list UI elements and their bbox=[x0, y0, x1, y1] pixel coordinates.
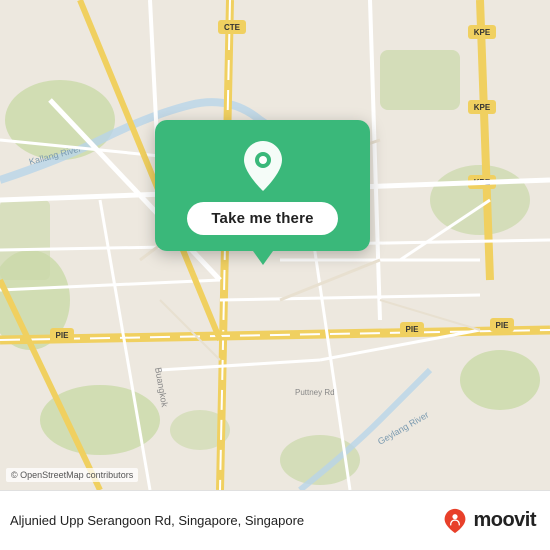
moovit-pin-icon bbox=[442, 508, 468, 534]
svg-text:KPE: KPE bbox=[474, 28, 491, 37]
location-pin-icon bbox=[237, 140, 289, 192]
svg-text:CTE: CTE bbox=[224, 23, 241, 32]
map-container: Kallang River Geylang River CTE CTE PIE … bbox=[0, 0, 550, 490]
popup-card: Take me there bbox=[155, 120, 370, 251]
moovit-brand-text: moovit bbox=[473, 509, 536, 532]
osm-credit: © OpenStreetMap contributors bbox=[6, 468, 138, 482]
svg-text:PIE: PIE bbox=[56, 331, 70, 340]
take-me-there-button[interactable]: Take me there bbox=[187, 202, 337, 235]
location-address: Aljunied Upp Serangoon Rd, Singapore, Si… bbox=[10, 513, 442, 528]
svg-text:PIE: PIE bbox=[406, 325, 420, 334]
moovit-logo: moovit bbox=[442, 508, 536, 534]
svg-text:Puttney Rd: Puttney Rd bbox=[295, 388, 335, 397]
bottom-bar: Aljunied Upp Serangoon Rd, Singapore, Si… bbox=[0, 490, 550, 550]
svg-text:PIE: PIE bbox=[496, 321, 510, 330]
svg-text:KPE: KPE bbox=[474, 103, 491, 112]
